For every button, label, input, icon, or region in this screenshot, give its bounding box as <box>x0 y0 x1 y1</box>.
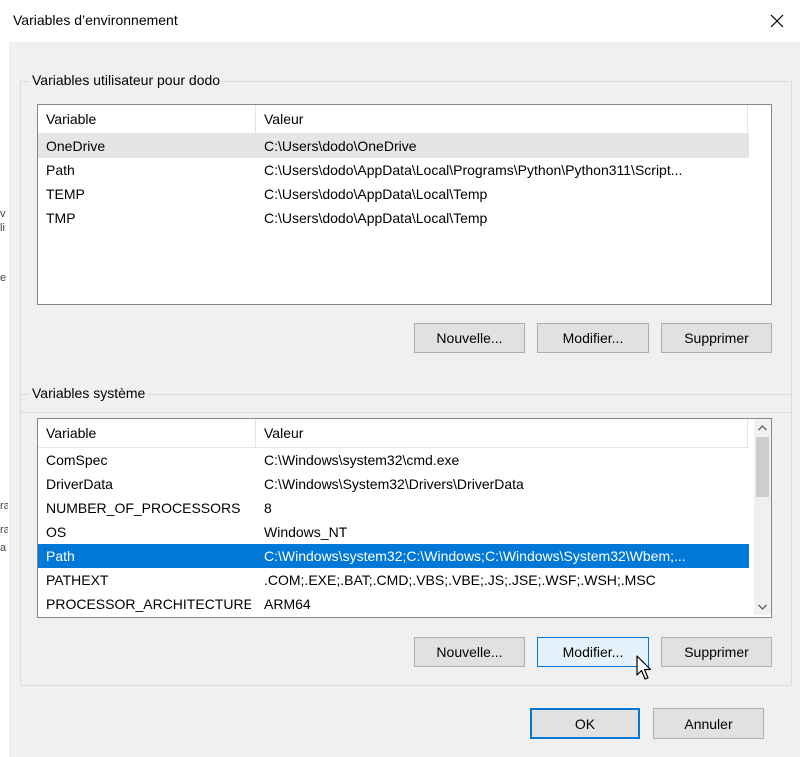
variable-name: PROCESSOR_ARCHITECTURE <box>46 596 251 612</box>
dialog-body: Variables utilisateur pour dodo Variable… <box>9 42 800 757</box>
user-variable-row[interactable]: Path C:\Users\dodo\AppData\Local\Program… <box>38 158 749 182</box>
system-variable-row[interactable]: ComSpec C:\Windows\system32\cmd.exe <box>38 448 749 472</box>
user-variable-row[interactable]: OneDrive C:\Users\dodo\OneDrive <box>38 134 749 158</box>
background-text-fragment: ra <box>0 524 8 536</box>
system-variable-row[interactable]: NUMBER_OF_PROCESSORS 8 <box>38 496 749 520</box>
ok-button[interactable]: OK <box>530 708 640 739</box>
user-new-button[interactable]: Nouvelle... <box>414 323 525 353</box>
user-list-header: Variable Valeur <box>38 105 749 134</box>
mouse-cursor-icon <box>636 655 652 680</box>
scroll-down-button[interactable] <box>754 598 771 615</box>
variable-value: C:\Users\dodo\AppData\Local\Temp <box>264 210 488 226</box>
user-delete-button[interactable]: Supprimer <box>661 323 772 353</box>
variable-value: .COM;.EXE;.BAT;.CMD;.VBS;.VBE;.JS;.JSE;.… <box>264 572 656 588</box>
close-icon <box>770 14 784 28</box>
variable-value: ARM64 <box>264 596 311 612</box>
variable-value: C:\Windows\system32;C:\Windows;C:\Window… <box>264 548 686 564</box>
variable-name: TMP <box>46 210 76 226</box>
variable-value: C:\Users\dodo\OneDrive <box>264 138 417 154</box>
variable-value: 8 <box>264 500 272 516</box>
system-variables-group: Variables système Variable Valeur ComSpe… <box>20 385 792 686</box>
system-list-scrollbar[interactable] <box>754 419 771 615</box>
user-variables-list[interactable]: Variable Valeur OneDrive C:\Users\dodo\O… <box>37 104 772 305</box>
variable-value: C:\Windows\System32\Drivers\DriverData <box>264 476 524 492</box>
system-delete-button[interactable]: Supprimer <box>661 637 772 667</box>
chevron-up-icon <box>758 424 767 430</box>
cancel-button[interactable]: Annuler <box>653 708 764 739</box>
variable-value: Windows_NT <box>264 524 348 540</box>
user-variable-row[interactable]: TMP C:\Users\dodo\AppData\Local\Temp <box>38 206 749 230</box>
user-edit-button[interactable]: Modifier... <box>537 323 649 353</box>
system-variable-row[interactable]: PATHEXT .COM;.EXE;.BAT;.CMD;.VBS;.VBE;.J… <box>38 568 749 592</box>
background-text-fragment: a <box>0 542 7 554</box>
background-text-fragment: e <box>0 272 7 284</box>
variable-name: NUMBER_OF_PROCESSORS <box>46 500 241 516</box>
column-header-value[interactable]: Valeur <box>256 419 748 447</box>
system-variable-row[interactable]: PROCESSOR_ARCHITECTURE ARM64 <box>38 592 749 616</box>
variable-name: Path <box>46 162 75 178</box>
system-variables-list[interactable]: Variable Valeur ComSpec C:\Windows\syste… <box>37 418 772 618</box>
system-list-header: Variable Valeur <box>38 419 749 448</box>
system-variable-row[interactable]: OS Windows_NT <box>38 520 749 544</box>
system-variables-group-title: Variables système <box>29 385 149 401</box>
variable-name: PATHEXT <box>46 572 109 588</box>
close-button[interactable] <box>754 0 800 42</box>
variable-name: DriverData <box>46 476 113 492</box>
column-header-value[interactable]: Valeur <box>256 105 748 133</box>
user-variable-row[interactable]: TEMP C:\Users\dodo\AppData\Local\Temp <box>38 182 749 206</box>
variable-value: C:\Windows\system32\cmd.exe <box>264 452 460 468</box>
background-text-fragment: v <box>0 208 6 220</box>
variable-name: OneDrive <box>46 138 106 154</box>
scroll-thumb[interactable] <box>756 437 769 497</box>
variable-name: ComSpec <box>46 452 108 468</box>
variable-value: C:\Users\dodo\AppData\Local\Programs\Pyt… <box>264 162 683 178</box>
column-header-variable[interactable]: Variable <box>38 105 256 133</box>
title-bar: Variables d’environnement <box>9 0 800 42</box>
system-edit-button[interactable]: Modifier... <box>537 637 649 667</box>
user-variables-group: Variables utilisateur pour dodo Variable… <box>20 72 792 413</box>
user-variables-group-title: Variables utilisateur pour dodo <box>29 72 224 88</box>
variable-name: Path <box>46 548 75 564</box>
variable-name: TEMP <box>46 186 85 202</box>
system-new-button[interactable]: Nouvelle... <box>414 637 525 667</box>
variable-value: C:\Users\dodo\AppData\Local\Temp <box>264 186 488 202</box>
background-text-fragment: ra <box>0 500 8 512</box>
column-header-variable[interactable]: Variable <box>38 419 256 447</box>
system-variable-row[interactable]: DriverData C:\Windows\System32\Drivers\D… <box>38 472 749 496</box>
background-text-fragment: li <box>0 222 5 234</box>
variable-name: OS <box>46 524 67 540</box>
system-variable-row-selected[interactable]: Path C:\Windows\system32;C:\Windows;C:\W… <box>38 544 749 568</box>
window-title: Variables d’environnement <box>13 12 178 28</box>
chevron-down-icon <box>758 604 767 610</box>
scroll-up-button[interactable] <box>754 419 771 436</box>
